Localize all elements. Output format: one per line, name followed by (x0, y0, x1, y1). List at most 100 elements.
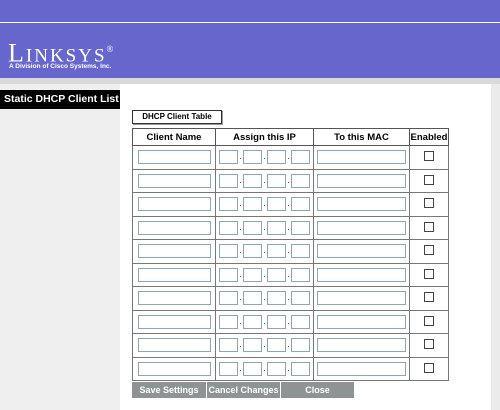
ip-octet-input[interactable] (243, 291, 262, 306)
mac-address-input[interactable] (317, 291, 406, 306)
ip-octet-input[interactable] (219, 244, 238, 259)
brand-subtitle: A Division of Cisco Systems, Inc. (9, 63, 112, 70)
dhcp-client-table-button[interactable]: DHCP Client Table (132, 110, 222, 124)
ip-dot-separator: . (287, 316, 290, 326)
ip-octet-input[interactable] (243, 361, 262, 376)
ip-dot-separator: . (263, 199, 266, 209)
mac-address-input[interactable] (317, 267, 406, 282)
enabled-checkbox[interactable] (424, 292, 434, 303)
ip-octet-input[interactable] (291, 244, 310, 259)
mac-address-input[interactable] (317, 173, 406, 188)
ip-octet-input[interactable] (243, 173, 262, 188)
ip-octet-input[interactable] (219, 361, 238, 376)
table-row: ... (132, 239, 449, 264)
client-name-input[interactable] (137, 338, 211, 353)
mac-address-input[interactable] (317, 197, 406, 212)
client-name-input[interactable] (137, 197, 211, 212)
enabled-checkbox[interactable] (424, 268, 434, 279)
ip-octet-input[interactable] (219, 314, 238, 329)
ip-octet-input[interactable] (267, 173, 286, 188)
ip-octet-input[interactable] (291, 220, 310, 235)
ip-dot-separator: . (287, 340, 290, 350)
ip-octet-input[interactable] (267, 314, 286, 329)
sidebar (0, 84, 120, 410)
mac-address-input[interactable] (317, 220, 406, 235)
table-row: ... (132, 192, 449, 217)
enabled-checkbox[interactable] (424, 174, 434, 185)
ip-octet-input[interactable] (243, 197, 262, 212)
ip-octet-input[interactable] (219, 291, 238, 306)
mac-address-input[interactable] (317, 361, 406, 376)
ip-octet-input[interactable] (243, 244, 262, 259)
ip-address-fields: ... (216, 173, 313, 188)
ip-octet-input[interactable] (219, 267, 238, 282)
ip-octet-input[interactable] (243, 314, 262, 329)
close-button[interactable]: Close (281, 382, 354, 398)
ip-octet-input[interactable] (291, 291, 310, 306)
column-header-assign-ip: Assign this IP (215, 128, 314, 146)
ip-octet-input[interactable] (291, 361, 310, 376)
client-name-input[interactable] (137, 291, 211, 306)
save-settings-button[interactable]: Save Settings (132, 382, 206, 398)
enabled-checkbox[interactable] (424, 362, 434, 373)
enabled-checkbox[interactable] (424, 221, 434, 232)
ip-octet-input[interactable] (243, 338, 262, 353)
client-name-input[interactable] (137, 267, 211, 282)
mac-address-cell (313, 356, 410, 381)
enabled-checkbox[interactable] (424, 151, 434, 162)
ip-octet-input[interactable] (267, 291, 286, 306)
table-row: ... (132, 356, 449, 381)
ip-octet-input[interactable] (243, 220, 262, 235)
client-name-input[interactable] (137, 361, 211, 376)
ip-octet-input[interactable] (243, 267, 262, 282)
mac-address-input[interactable] (317, 244, 406, 259)
ip-octet-input[interactable] (291, 267, 310, 282)
ip-octet-input[interactable] (291, 150, 310, 165)
ip-octet-input[interactable] (291, 338, 310, 353)
client-name-input[interactable] (137, 150, 211, 165)
enabled-cell (409, 215, 449, 240)
ip-dot-separator: . (239, 246, 242, 256)
mac-address-cell (313, 168, 410, 193)
ip-address-fields: ... (216, 361, 313, 376)
ip-dot-separator: . (287, 293, 290, 303)
mac-address-cell (313, 239, 410, 264)
ip-octet-input[interactable] (267, 150, 286, 165)
cancel-changes-button[interactable]: Cancel Changes (207, 382, 280, 398)
column-header-enabled: Enabled (409, 128, 449, 146)
enabled-cell (409, 192, 449, 217)
client-name-input[interactable] (137, 220, 211, 235)
table-row: ... (132, 286, 449, 311)
client-name-input[interactable] (137, 314, 211, 329)
ip-address-fields: ... (216, 244, 313, 259)
ip-octet-input[interactable] (291, 197, 310, 212)
enabled-checkbox[interactable] (424, 339, 434, 350)
mac-address-input[interactable] (317, 150, 406, 165)
client-name-input[interactable] (137, 244, 211, 259)
ip-octet-input[interactable] (267, 220, 286, 235)
ip-dot-separator: . (287, 199, 290, 209)
ip-octet-input[interactable] (267, 361, 286, 376)
ip-octet-input[interactable] (267, 244, 286, 259)
mac-address-input[interactable] (317, 338, 406, 353)
ip-dot-separator: . (263, 222, 266, 232)
enabled-checkbox[interactable] (424, 245, 434, 256)
ip-octet-input[interactable] (219, 150, 238, 165)
ip-octet-input[interactable] (267, 267, 286, 282)
enabled-checkbox[interactable] (424, 198, 434, 209)
ip-octet-input[interactable] (219, 173, 238, 188)
ip-octet-input[interactable] (219, 197, 238, 212)
ip-octet-input[interactable] (219, 338, 238, 353)
column-header-mac: To this MAC (313, 128, 410, 146)
ip-octet-input[interactable] (291, 314, 310, 329)
ip-octet-input[interactable] (219, 220, 238, 235)
ip-octet-input[interactable] (291, 173, 310, 188)
mac-address-input[interactable] (317, 314, 406, 329)
enabled-cell (409, 309, 449, 334)
ip-octet-input[interactable] (267, 197, 286, 212)
ip-address-fields: ... (216, 338, 313, 353)
enabled-checkbox[interactable] (424, 315, 434, 326)
client-name-input[interactable] (137, 173, 211, 188)
ip-octet-input[interactable] (267, 338, 286, 353)
ip-octet-input[interactable] (243, 150, 262, 165)
